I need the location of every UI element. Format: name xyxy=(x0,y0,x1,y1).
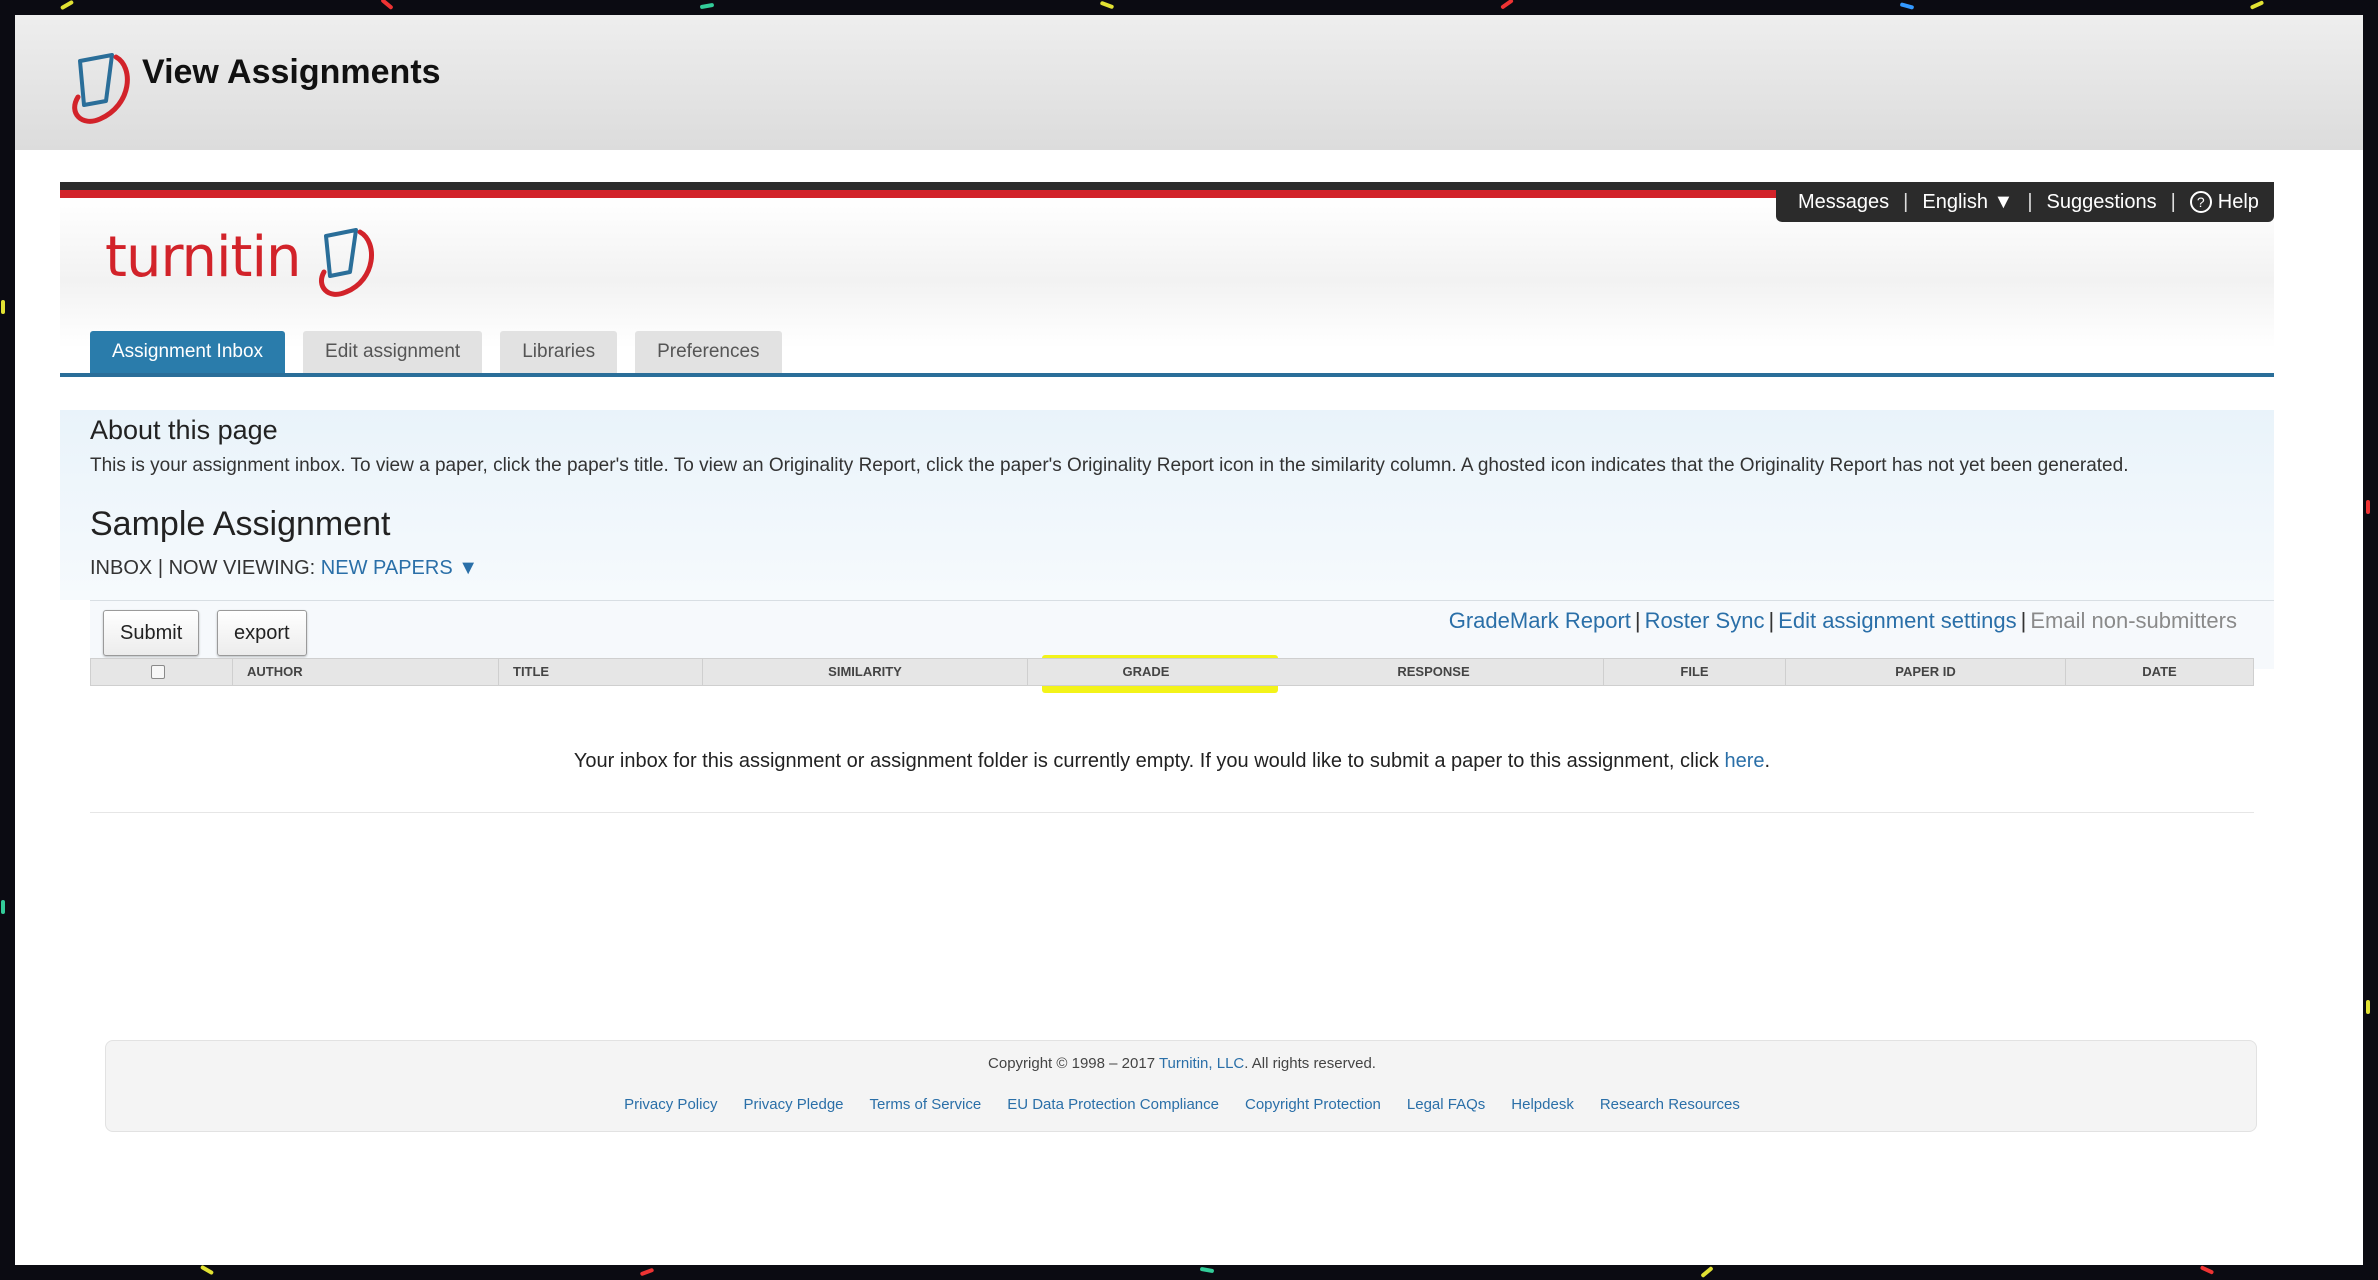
copyright-protection-link[interactable]: Copyright Protection xyxy=(1245,1096,1381,1113)
content-divider xyxy=(90,812,2254,813)
language-dropdown[interactable]: English ▼ xyxy=(1922,191,2013,214)
column-grade[interactable]: GRADE xyxy=(1028,659,1264,685)
toolbar-links: GradeMark Report | Roster Sync | Edit assign… xyxy=(1449,608,2237,634)
copyright: Copyright © 1998 – 2017 Turnitin, LLC. A… xyxy=(106,1055,2258,1072)
brand-bar-accent xyxy=(60,190,1776,198)
empty-message-text: Your inbox for this assignment or assign… xyxy=(573,750,1719,772)
link-separator: | xyxy=(1768,608,1775,633)
nav-separator: | xyxy=(2027,190,2033,213)
link-separator: | xyxy=(1634,608,1641,633)
turnitin-company-link[interactable]: Turnitin, LLC xyxy=(1159,1055,1244,1072)
suggestions-link[interactable]: Suggestions xyxy=(2047,191,2157,214)
grademark-report-link[interactable]: GradeMark Report xyxy=(1449,608,1631,633)
view-filter-dropdown[interactable]: NEW PAPERS ▼ xyxy=(321,557,478,579)
help-link[interactable]: ? Help xyxy=(2189,190,2259,214)
select-all-checkbox[interactable] xyxy=(151,665,165,679)
turnitin-wordmark: turnitin xyxy=(105,225,302,290)
copyright-prefix: Copyright © 1998 – 2017 xyxy=(988,1055,1156,1072)
research-resources-link[interactable]: Research Resources xyxy=(1600,1096,1740,1113)
nav-separator: | xyxy=(1903,190,1909,213)
tab-assignment-inbox[interactable]: Assignment Inbox xyxy=(90,331,286,373)
turnitin-logo-icon xyxy=(72,53,130,124)
help-label: Help xyxy=(2217,190,2259,213)
link-separator: | xyxy=(2020,608,2027,633)
app-window: View Assignments Messages | English ▼ | … xyxy=(15,15,2363,1265)
inbox-status: INBOX | NOW VIEWING: NEW PAPERS ▼ xyxy=(90,557,478,580)
legal-faqs-link[interactable]: Legal FAQs xyxy=(1407,1096,1485,1113)
inbox-label: INBOX xyxy=(90,557,153,579)
helpdesk-link[interactable]: Helpdesk xyxy=(1511,1096,1574,1113)
nav-separator: | xyxy=(2170,190,2176,213)
empty-message-suffix: . xyxy=(1764,750,1771,772)
tab-edit-assignment[interactable]: Edit assignment xyxy=(303,331,483,373)
eu-data-protection-link[interactable]: EU Data Protection Compliance xyxy=(1007,1096,1219,1113)
footer: Copyright © 1998 – 2017 Turnitin, LLC. A… xyxy=(105,1040,2257,1132)
column-file[interactable]: FILE xyxy=(1604,659,1786,685)
title-bar: View Assignments xyxy=(15,15,2363,150)
about-text: This is your assignment inbox. To view a… xyxy=(90,455,2129,476)
column-response[interactable]: RESPONSE xyxy=(1264,659,1604,685)
export-button[interactable]: export xyxy=(217,610,307,656)
email-non-submitters-link[interactable]: Email non-submitters xyxy=(2030,608,2237,633)
empty-inbox-message: Your inbox for this assignment or assign… xyxy=(90,750,2254,773)
edit-assignment-settings-link[interactable]: Edit assignment settings xyxy=(1778,608,2016,633)
tab-libraries[interactable]: Libraries xyxy=(500,331,618,373)
about-title: About this page xyxy=(90,415,278,445)
assignment-title: Sample Assignment xyxy=(90,505,391,543)
submit-button[interactable]: Submit xyxy=(103,610,200,656)
copyright-suffix: . All rights reserved. xyxy=(1244,1055,1376,1072)
select-all-header xyxy=(91,659,233,685)
privacy-policy-link[interactable]: Privacy Policy xyxy=(624,1096,717,1113)
column-date[interactable]: DATE xyxy=(2066,659,2253,685)
table-header: AUTHOR TITLE SIMILARITY GRADE RESPONSE F… xyxy=(90,658,2254,686)
tab-underline xyxy=(60,373,2274,377)
submit-here-link[interactable]: here xyxy=(1724,750,1764,772)
footer-links: Privacy Policy Privacy Pledge Terms of S… xyxy=(106,1096,2258,1113)
tab-preferences[interactable]: Preferences xyxy=(635,331,782,373)
column-similarity[interactable]: SIMILARITY xyxy=(703,659,1028,685)
column-author[interactable]: AUTHOR xyxy=(233,659,499,685)
column-paper-id[interactable]: PAPER ID xyxy=(1786,659,2066,685)
window-title: View Assignments xyxy=(142,53,441,91)
help-icon: ? xyxy=(2189,191,2212,214)
column-title[interactable]: TITLE xyxy=(499,659,703,685)
roster-sync-link[interactable]: Roster Sync xyxy=(1645,608,1765,633)
privacy-pledge-link[interactable]: Privacy Pledge xyxy=(743,1096,843,1113)
tab-bar: Assignment Inbox Edit assignment Librari… xyxy=(90,331,782,373)
messages-link[interactable]: Messages xyxy=(1798,191,1889,214)
terms-of-service-link[interactable]: Terms of Service xyxy=(870,1096,982,1113)
top-nav: Messages | English ▼ | Suggestions | ? He… xyxy=(1776,182,2274,222)
now-viewing-label: | NOW VIEWING: xyxy=(157,557,316,579)
turnitin-mark-icon xyxy=(319,228,374,297)
